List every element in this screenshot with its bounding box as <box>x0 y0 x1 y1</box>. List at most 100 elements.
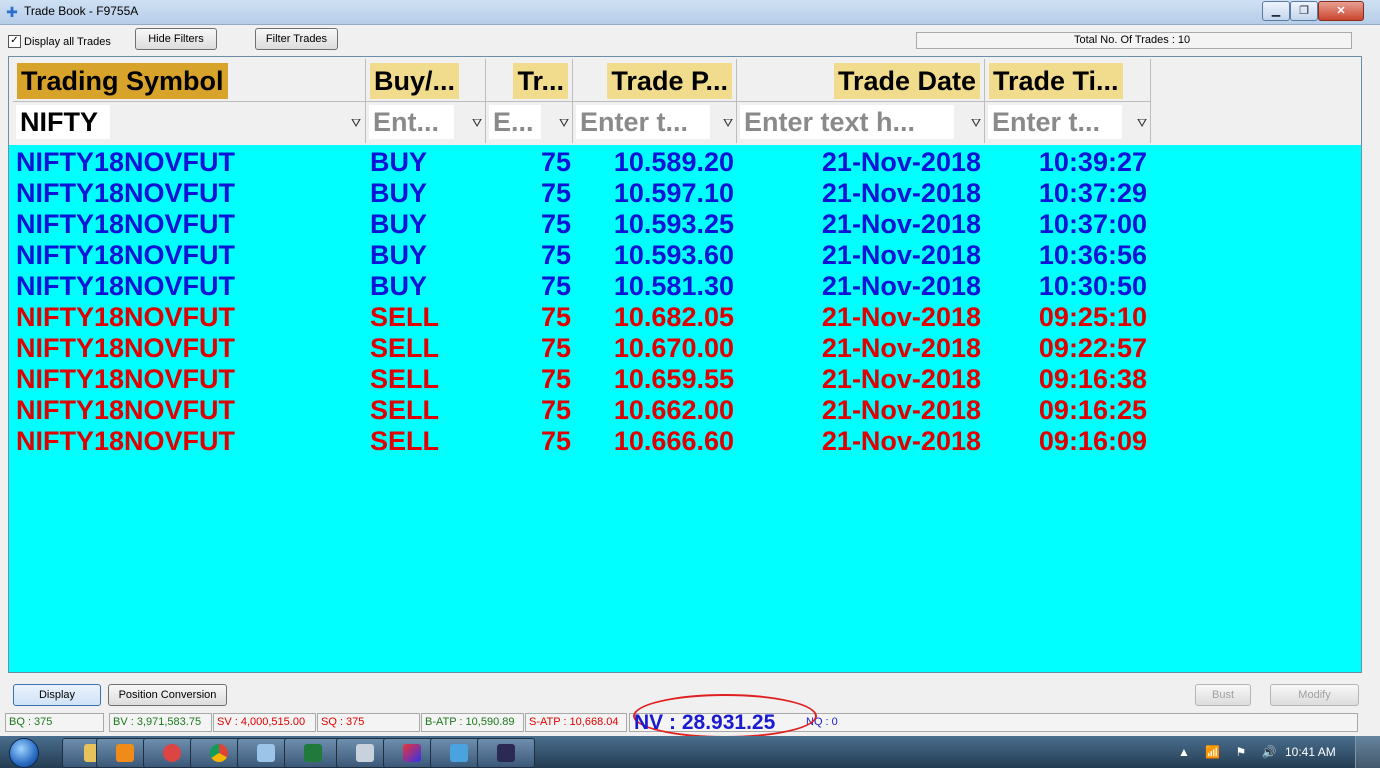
status-nq: NQ : 0 <box>803 713 1358 732</box>
cell-price: 10.589.20 <box>613 147 734 177</box>
trade-grid: Trading Symbol Buy/... Tr... Trade P... … <box>8 56 1362 673</box>
cell-time: 09:16:25 <box>1038 395 1147 425</box>
toolbar: ✓ Display all Trades Hide Filters Filter… <box>0 25 1380 55</box>
window-icon <box>257 744 275 762</box>
maximize-button[interactable]: ❐ <box>1290 1 1318 21</box>
cell-symbol: NIFTY18NOVFUT <box>16 426 236 456</box>
cell-symbol: NIFTY18NOVFUT <box>16 271 236 301</box>
cell-price: 10.593.60 <box>613 240 734 270</box>
column-header-trade-date[interactable]: Trade Date <box>737 59 985 101</box>
column-header-label: Trade P... <box>607 63 732 99</box>
filter-input-trading-symbol[interactable]: NIFTY <box>16 105 110 139</box>
table-row[interactable]: NIFTY18NOVFUT BUY 75 10.593.60 21-Nov-2018 10… <box>9 240 1361 271</box>
cell-date: 21-Nov-2018 <box>821 426 981 456</box>
filter-icon[interactable]: ⛛ <box>351 116 361 131</box>
column-header-trade-price[interactable]: Trade P... <box>573 59 737 101</box>
window-title: Trade Book - F9755A <box>24 4 139 18</box>
chrome-icon <box>210 744 228 762</box>
cell-symbol: NIFTY18NOVFUT <box>16 333 236 363</box>
hide-filters-button[interactable]: Hide Filters <box>135 28 217 50</box>
cell-date: 21-Nov-2018 <box>821 364 981 394</box>
cell-date: 21-Nov-2018 <box>821 178 981 208</box>
status-nv: NV : 28.931.25 <box>634 711 776 734</box>
filter-input-trade-qty[interactable]: E... <box>489 105 541 139</box>
cell-qty: 75 <box>540 302 571 332</box>
position-conversion-button[interactable]: Position Conversion <box>108 684 227 706</box>
filter-input-trade-date[interactable]: Enter text h... <box>740 105 954 139</box>
cell-symbol: NIFTY18NOVFUT <box>16 395 236 425</box>
bust-button[interactable]: Bust <box>1195 684 1251 706</box>
table-row[interactable]: NIFTY18NOVFUT SELL 75 10.662.00 21-Nov-2018 0… <box>9 395 1361 426</box>
media-player-icon <box>116 744 134 762</box>
filter-icon[interactable]: ⛛ <box>1137 116 1147 131</box>
filter-input-trade-price[interactable]: Enter t... <box>576 105 710 139</box>
cell-qty: 75 <box>540 240 571 270</box>
table-row[interactable]: NIFTY18NOVFUT BUY 75 10.597.10 21-Nov-2018 10… <box>9 178 1361 209</box>
cell-symbol: NIFTY18NOVFUT <box>16 178 236 208</box>
grid-header: Trading Symbol Buy/... Tr... Trade P... … <box>9 57 1361 145</box>
cell-date: 21-Nov-2018 <box>821 302 981 332</box>
start-button[interactable] <box>3 736 47 768</box>
table-row[interactable]: NIFTY18NOVFUT SELL 75 10.666.60 21-Nov-2018 0… <box>9 426 1361 457</box>
taskbar-excel[interactable] <box>284 738 342 768</box>
status-bv: BV : 3,971,583.75 <box>109 713 212 732</box>
cell-time: 09:22:57 <box>1038 333 1147 363</box>
column-header-trading-symbol[interactable]: Trading Symbol <box>13 59 366 101</box>
cell-qty: 75 <box>540 209 571 239</box>
cell-qty: 75 <box>540 426 571 456</box>
cell-qty: 75 <box>540 333 571 363</box>
table-row[interactable]: NIFTY18NOVFUT SELL 75 10.670.00 21-Nov-2018 0… <box>9 333 1361 364</box>
filter-icon[interactable]: ⛛ <box>472 116 482 131</box>
cell-price: 10.581.30 <box>613 271 734 301</box>
column-header-buy-sell[interactable]: Buy/... <box>366 59 486 101</box>
total-trades-label: Total No. Of Trades : 10 <box>1074 34 1191 46</box>
status-bq: BQ : 375 <box>5 713 104 732</box>
cell-symbol: NIFTY18NOVFUT <box>16 364 236 394</box>
cell-symbol: NIFTY18NOVFUT <box>16 302 236 332</box>
table-row[interactable]: NIFTY18NOVFUT SELL 75 10.682.05 21-Nov-2018 0… <box>9 302 1361 333</box>
filter-icon[interactable]: ⛛ <box>559 116 569 131</box>
status-sq: SQ : 375 <box>317 713 420 732</box>
filter-input-buy-sell[interactable]: Ent... <box>369 105 454 139</box>
taskbar-clock[interactable]: 10:41 AM <box>1285 745 1336 759</box>
column-header-trade-qty[interactable]: Tr... <box>486 59 573 101</box>
total-trades-box: Total No. Of Trades : 10 <box>916 32 1352 49</box>
cell-side: SELL <box>370 333 440 363</box>
column-header-trade-time[interactable]: Trade Ti... <box>985 59 1151 101</box>
cell-date: 21-Nov-2018 <box>821 147 981 177</box>
cell-price: 10.659.55 <box>613 364 734 394</box>
filter-cell-buy-sell: Ent... ⛛ <box>366 101 486 143</box>
minimize-button[interactable]: ▁ <box>1262 1 1290 21</box>
cell-date: 21-Nov-2018 <box>821 209 981 239</box>
checkbox-check-icon[interactable]: ✓ <box>8 35 21 48</box>
filter-trades-button[interactable]: Filter Trades <box>255 28 338 50</box>
table-row[interactable]: NIFTY18NOVFUT BUY 75 10.589.20 21-Nov-2018 10… <box>9 147 1361 178</box>
show-desktop-button[interactable] <box>1355 736 1380 768</box>
windows-logo-icon <box>9 738 39 768</box>
cell-symbol: NIFTY18NOVFUT <box>16 147 236 177</box>
table-row[interactable]: NIFTY18NOVFUT SELL 75 10.659.55 21-Nov-2018 0… <box>9 364 1361 395</box>
cell-side: BUY <box>370 271 428 301</box>
filter-icon[interactable]: ⛛ <box>723 116 733 131</box>
display-all-trades-checkbox[interactable]: ✓ Display all Trades <box>8 35 111 48</box>
cell-time: 09:16:09 <box>1038 426 1147 456</box>
cell-price: 10.662.00 <box>613 395 734 425</box>
filter-cell-trade-time: Enter t... ⛛ <box>985 101 1151 143</box>
table-row[interactable]: NIFTY18NOVFUT BUY 75 10.581.30 21-Nov-2018 10… <box>9 271 1361 302</box>
filter-cell-trade-qty: E... ⛛ <box>486 101 573 143</box>
system-tray-icons[interactable]: ▲ 📶 ⚑ 🔊 <box>1178 745 1283 759</box>
table-row[interactable]: NIFTY18NOVFUT BUY 75 10.593.25 21-Nov-2018 10… <box>9 209 1361 240</box>
filter-input-trade-time[interactable]: Enter t... <box>988 105 1122 139</box>
taskbar-chart-app[interactable] <box>477 738 535 768</box>
cell-time: 09:25:10 <box>1038 302 1147 332</box>
filter-cell-trade-date: Enter text h... ⛛ <box>737 101 985 143</box>
close-button[interactable]: ✕ <box>1318 1 1364 21</box>
cell-side: SELL <box>370 426 440 456</box>
cell-qty: 75 <box>540 178 571 208</box>
filter-icon[interactable]: ⛛ <box>971 116 981 131</box>
lifebuoy-icon <box>163 744 181 762</box>
cell-date: 21-Nov-2018 <box>821 333 981 363</box>
modify-button[interactable]: Modify <box>1270 684 1359 706</box>
cell-price: 10.682.05 <box>613 302 734 332</box>
display-button[interactable]: Display <box>13 684 101 706</box>
